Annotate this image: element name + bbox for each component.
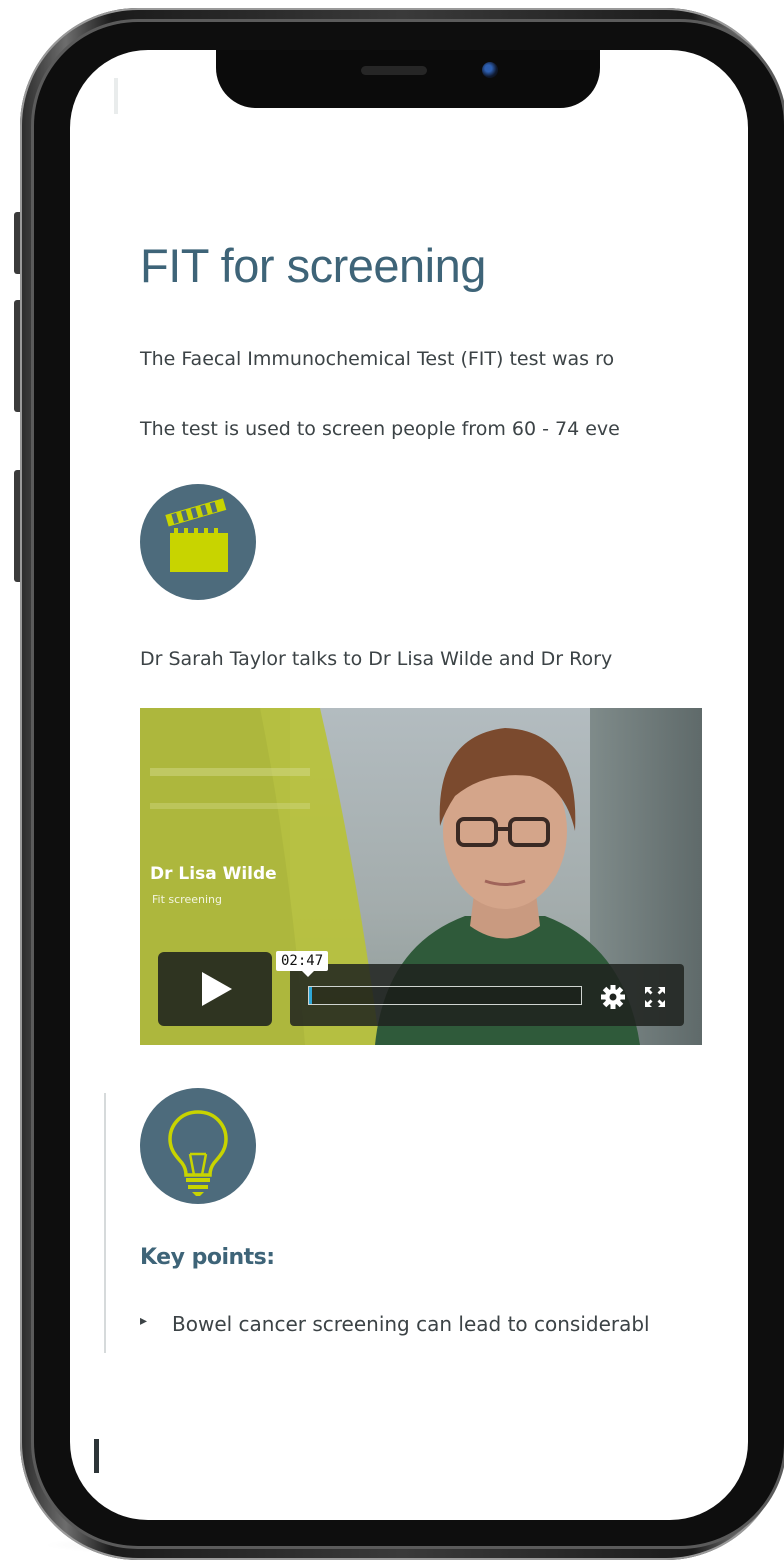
volume-up-button	[14, 300, 20, 412]
play-icon	[202, 972, 232, 1006]
video-progress-bar[interactable]	[308, 986, 582, 1005]
key-points-heading: Key points:	[140, 1245, 275, 1270]
fullscreen-icon[interactable]	[642, 984, 668, 1010]
clapperboard-icon	[140, 484, 256, 600]
phone-screen: FIT for screening The Faecal Immunochemi…	[70, 50, 748, 1520]
gear-icon[interactable]	[600, 984, 626, 1010]
video-time-tooltip: 02:47	[276, 951, 329, 977]
screening-age-paragraph: The test is used to screen people from 6…	[140, 418, 620, 440]
video-progress-fill	[309, 987, 312, 1004]
speaker-name: Dr Lisa Wilde	[150, 864, 277, 884]
footer-mark	[94, 1439, 99, 1473]
video-player[interactable]: Dr Lisa Wilde Fit screening 02:47	[140, 708, 702, 1045]
key-points-rule	[104, 1093, 106, 1376]
scroll-edge	[114, 78, 118, 114]
content-clip-mask	[70, 1353, 748, 1383]
volume-down-button	[14, 470, 20, 582]
list-item: Bowel cancer screening can lead to consi…	[140, 1312, 650, 1354]
page-title: FIT for screening	[140, 239, 486, 292]
lightbulb-icon	[140, 1088, 256, 1204]
silent-switch	[14, 212, 20, 274]
video-caption: Dr Sarah Taylor talks to Dr Lisa Wilde a…	[140, 648, 613, 670]
article-content: FIT for screening The Faecal Immunochemi…	[104, 50, 748, 1520]
intro-paragraph: The Faecal Immunochemical Test (FIT) tes…	[140, 348, 615, 370]
phone-notch	[216, 50, 600, 108]
play-button[interactable]	[158, 952, 272, 1026]
speaker-grille	[361, 66, 427, 75]
front-camera	[482, 62, 498, 78]
speaker-subtitle: Fit screening	[152, 893, 222, 906]
